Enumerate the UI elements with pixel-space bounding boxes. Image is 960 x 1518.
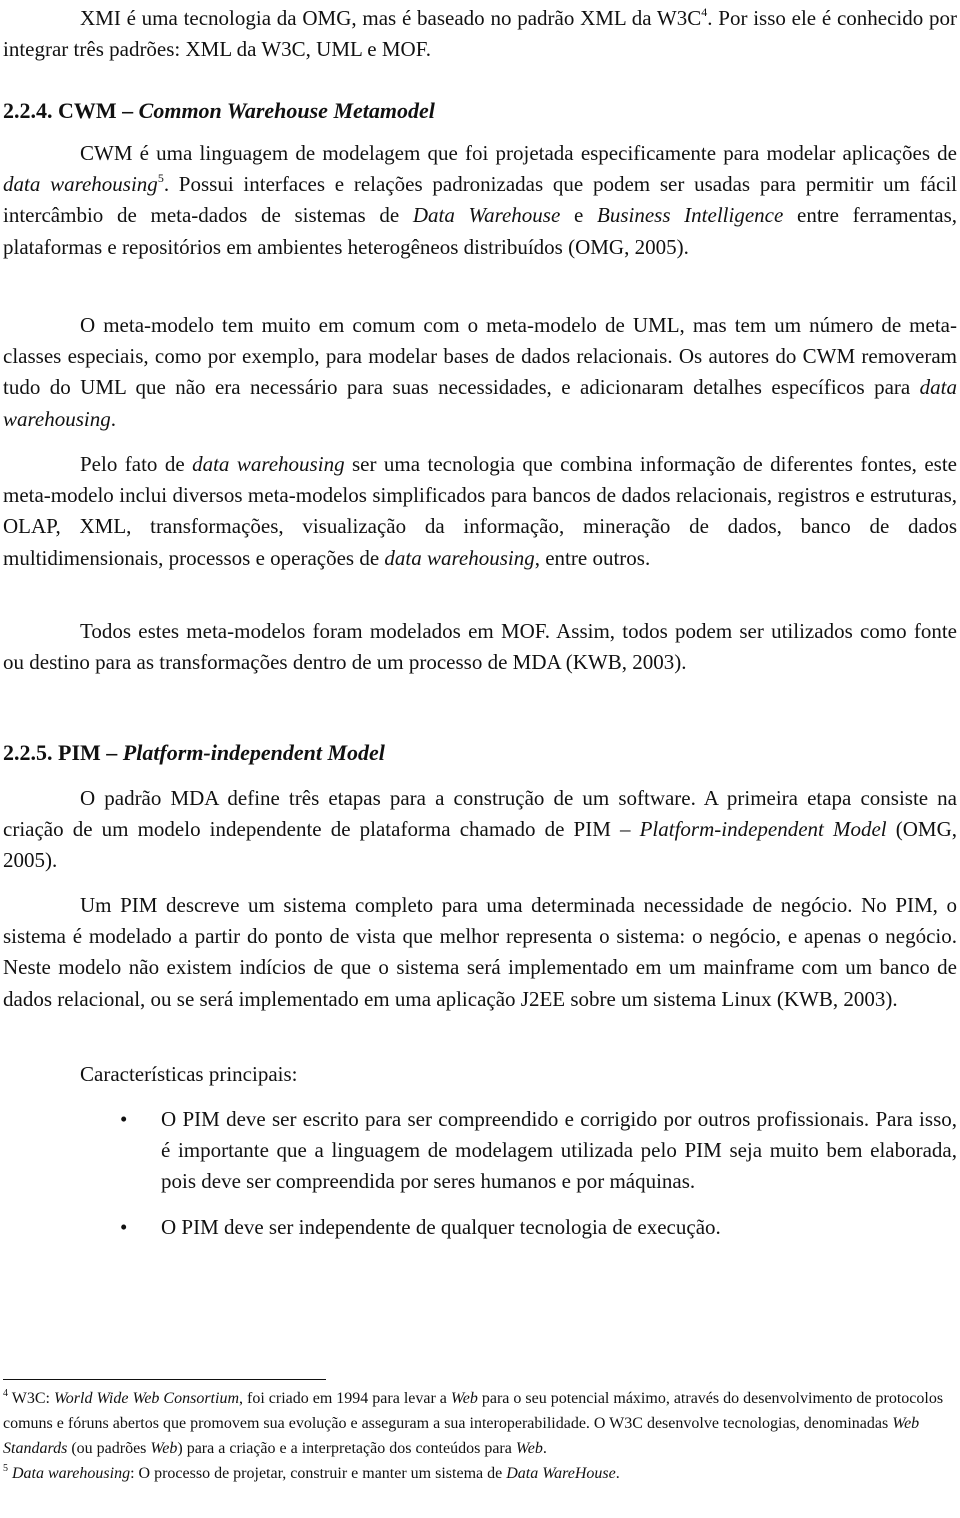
characteristics-label: Características principais: bbox=[80, 1062, 298, 1086]
paragraph-cwm-metamodel: O meta-modelo tem muito em comum com o m… bbox=[3, 313, 957, 431]
footnote-5: 5 Data warehousing: O processo de projet… bbox=[3, 1463, 620, 1483]
paragraph-cwm-intro: CWM é uma linguagem de modelagem que foi… bbox=[3, 141, 958, 259]
list-item: • O PIM deve ser independente de qualquer… bbox=[3, 1212, 957, 1243]
bullet-icon: • bbox=[120, 1214, 128, 1239]
paragraph-xmi: XMI é uma tecnologia da OMG, mas é basea… bbox=[3, 5, 957, 62]
footnotes: 4 W3C: World Wide Web Consortium, foi cr… bbox=[3, 1386, 957, 1486]
footnote-4: 4 W3C: World Wide Web Consortium, foi cr… bbox=[3, 1388, 944, 1458]
list-item: • O PIM deve ser escrito para ser compree… bbox=[3, 1104, 957, 1198]
characteristics-list: • O PIM deve ser escrito para ser compree… bbox=[3, 1104, 957, 1243]
footnote-separator bbox=[3, 1379, 326, 1380]
paragraph-pim-intro: O padrão MDA define três etapas para a c… bbox=[3, 786, 957, 873]
paragraph-cwm-mof: Todos estes meta-modelos foram modelados… bbox=[3, 619, 957, 675]
bullet-icon: • bbox=[120, 1107, 128, 1131]
paragraph-pim-description: Um PIM descreve um sistema completo para… bbox=[3, 893, 957, 1011]
paragraph-cwm-data-warehousing: Pelo fato de data warehousing ser uma te… bbox=[3, 452, 958, 570]
section-heading-2-2-4: 2.2.4. CWM – Common Warehouse Metamodel bbox=[3, 98, 435, 123]
section-heading-2-2-5: 2.2.5. PIM – Platform-independent Model bbox=[3, 740, 385, 765]
